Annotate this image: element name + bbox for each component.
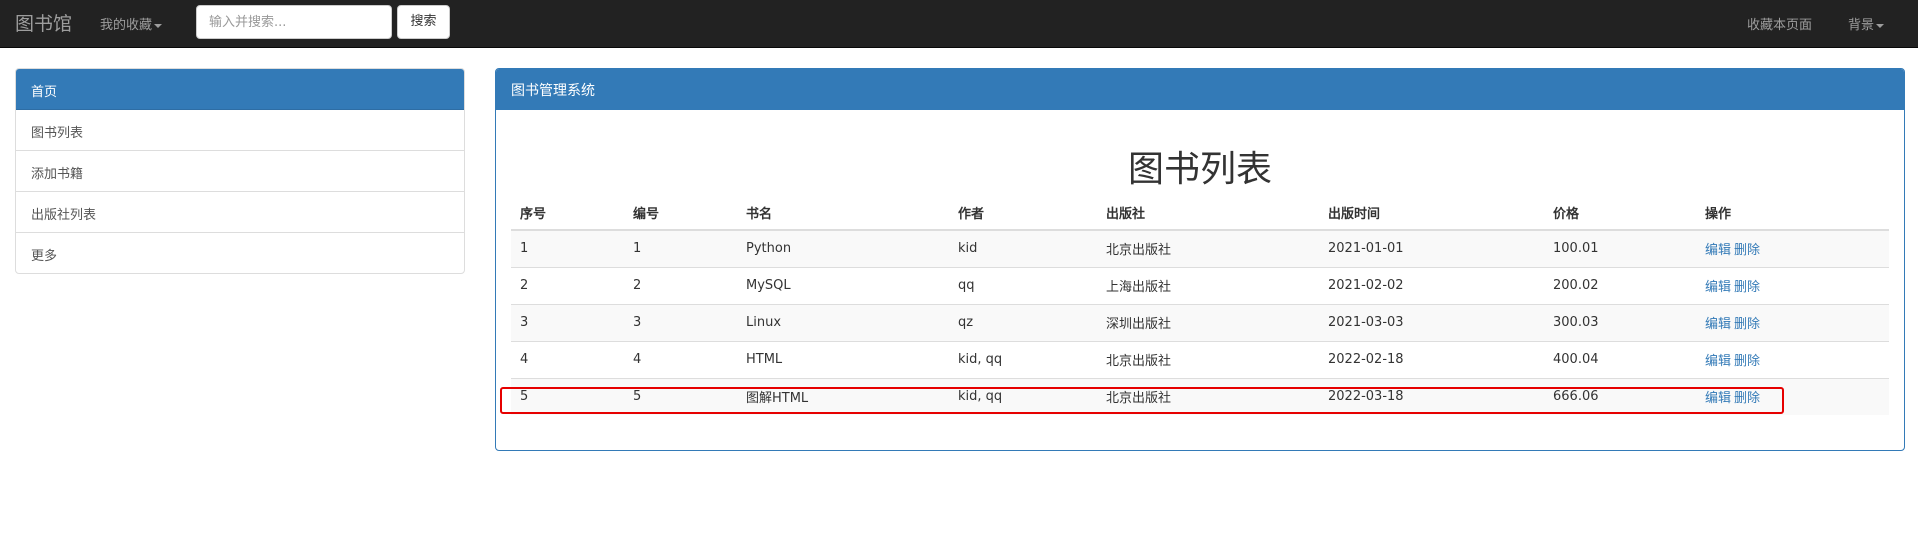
book-table: 序号 编号 书名 作者 出版社 出版时间 价格 操作 1 1 Python ki…	[511, 195, 1889, 415]
cell-id: 2	[624, 266, 737, 304]
top-navbar: 图书馆 我的收藏 搜索 收藏本页面 背景	[0, 0, 1918, 48]
cell-title: 图解HTML	[737, 377, 949, 415]
edit-link[interactable]: 编辑	[1705, 243, 1731, 258]
cell-seq: 4	[511, 340, 624, 378]
column-header: 出版社	[1097, 195, 1319, 231]
delete-link[interactable]: 删除	[1734, 391, 1760, 406]
main-panel: 图书管理系统 图书列表 序号 编号 书名 作者 出版社 出版时间 价格 操作 1…	[495, 68, 1905, 451]
cell-publisher: 北京出版社	[1097, 229, 1319, 267]
cell-title: Linux	[737, 303, 949, 341]
cell-date: 2021-03-03	[1319, 303, 1544, 341]
panel-header: 图书管理系统	[496, 69, 1904, 110]
cell-id: 3	[624, 303, 737, 341]
column-header: 书名	[737, 195, 949, 231]
cell-actions: 编辑 删除	[1696, 229, 1889, 267]
cell-title: HTML	[737, 340, 949, 378]
brand-link[interactable]: 图书馆	[15, 9, 72, 36]
sidebar-item-home[interactable]: 首页	[16, 69, 464, 110]
background-label: 背景	[1848, 18, 1875, 33]
cell-seq: 1	[511, 229, 624, 267]
table-row: 3 3 Linux qz 深圳出版社 2021-03-03 300.03 编辑删…	[511, 303, 1889, 341]
edit-link[interactable]: 编辑	[1705, 317, 1731, 332]
cell-price: 666.06	[1544, 377, 1696, 415]
cell-title: MySQL	[737, 266, 949, 304]
cell-seq: 2	[511, 266, 624, 304]
sidebar-item-book-list[interactable]: 图书列表	[16, 110, 464, 151]
sidebar-item-add-book[interactable]: 添加书籍	[16, 151, 464, 192]
cell-actions: 编辑 删除	[1696, 340, 1889, 378]
bookmark-page-link[interactable]: 收藏本页面	[1747, 14, 1812, 33]
cell-publisher: 北京出版社	[1097, 340, 1319, 378]
cell-date: 2021-01-01	[1319, 229, 1544, 267]
cell-price: 100.01	[1544, 229, 1696, 267]
cell-id: 4	[624, 340, 737, 378]
page-title: 图书列表	[1127, 149, 1272, 190]
sidebar-item-publisher-list[interactable]: 出版社列表	[16, 192, 464, 233]
delete-link[interactable]: 删除	[1734, 280, 1760, 295]
background-dropdown[interactable]: 背景	[1848, 14, 1885, 33]
cell-actions: 编辑 删除	[1696, 266, 1889, 304]
delete-link[interactable]: 删除	[1734, 317, 1760, 332]
cell-author: kid, qq	[949, 377, 1097, 415]
cell-title: Python	[737, 229, 949, 267]
cell-publisher: 北京出版社	[1097, 377, 1319, 415]
column-header: 作者	[949, 195, 1097, 231]
cell-seq: 5	[511, 377, 624, 415]
cell-seq: 3	[511, 303, 624, 341]
cell-price: 200.02	[1544, 266, 1696, 304]
table-row: 1 1 Python kid 北京出版社 2021-01-01 100.01 编…	[511, 229, 1889, 267]
cell-author: qq	[949, 266, 1097, 304]
cell-actions: 编辑 删除	[1696, 377, 1889, 415]
cell-publisher: 上海出版社	[1097, 266, 1319, 304]
column-header: 出版时间	[1319, 195, 1544, 231]
sidebar-item-more[interactable]: 更多	[16, 233, 464, 273]
cell-date: 2022-03-18	[1319, 377, 1544, 415]
column-header: 价格	[1544, 195, 1696, 231]
edit-link[interactable]: 编辑	[1705, 391, 1731, 406]
favorites-label: 我的收藏	[100, 18, 153, 33]
cell-author: qz	[949, 303, 1097, 341]
delete-link[interactable]: 删除	[1734, 243, 1760, 258]
cell-author: kid	[949, 229, 1097, 267]
column-header: 编号	[624, 195, 737, 231]
edit-link[interactable]: 编辑	[1705, 280, 1731, 295]
cell-date: 2021-02-02	[1319, 266, 1544, 304]
cell-id: 5	[624, 377, 737, 415]
cell-price: 300.03	[1544, 303, 1696, 341]
cell-publisher: 深圳出版社	[1097, 303, 1319, 341]
table-row: 2 2 MySQL qq 上海出版社 2021-02-02 200.02 编辑删…	[511, 266, 1889, 304]
cell-date: 2022-02-18	[1319, 340, 1544, 378]
table-header-row: 序号 编号 书名 作者 出版社 出版时间 价格 操作	[511, 195, 1889, 231]
cell-price: 400.04	[1544, 340, 1696, 378]
cell-id: 1	[624, 229, 737, 267]
column-header: 操作	[1696, 195, 1889, 231]
delete-link[interactable]: 删除	[1734, 354, 1760, 369]
table-row: 4 4 HTML kid, qq 北京出版社 2022-02-18 400.04…	[511, 340, 1889, 378]
sidebar-menu: 首页 图书列表 添加书籍 出版社列表 更多	[15, 68, 465, 274]
caret-down-icon	[154, 23, 163, 28]
search-button[interactable]: 搜索	[397, 5, 450, 39]
edit-link[interactable]: 编辑	[1705, 354, 1731, 369]
table-row: 5 5 图解HTML kid, qq 北京出版社 2022-03-18 666.…	[511, 377, 1889, 415]
search-input[interactable]	[196, 5, 392, 39]
cell-actions: 编辑 删除	[1696, 303, 1889, 341]
cell-author: kid, qq	[949, 340, 1097, 378]
caret-down-icon	[1876, 23, 1885, 28]
column-header: 序号	[511, 195, 624, 231]
favorites-dropdown[interactable]: 我的收藏	[100, 14, 163, 33]
